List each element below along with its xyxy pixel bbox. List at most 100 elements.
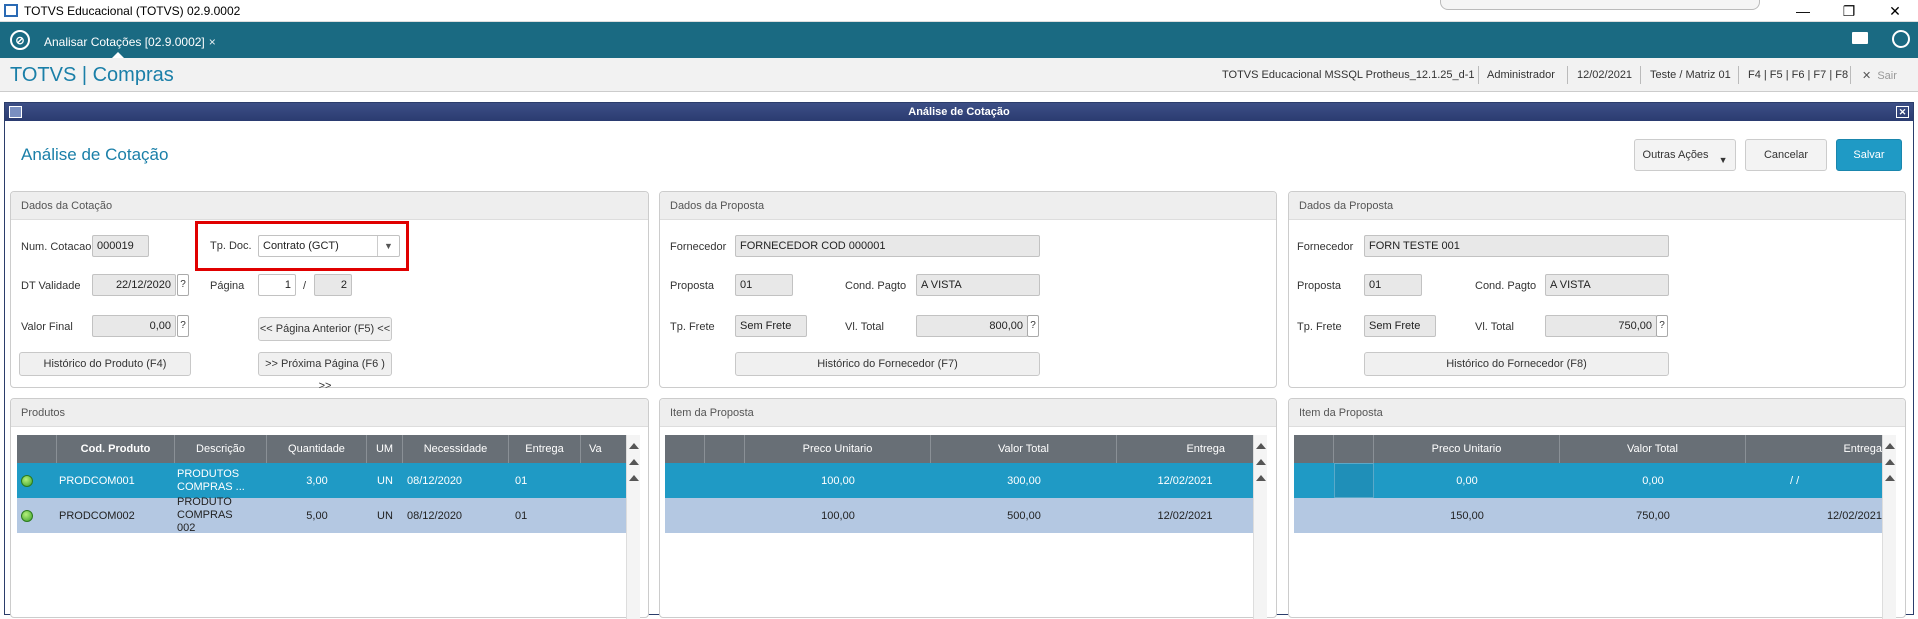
scroll-up-icon[interactable] [629, 443, 639, 449]
help-icon[interactable]: ? [1027, 315, 1039, 337]
column-header[interactable]: Valor Total [1560, 435, 1746, 463]
scroll-top-icon[interactable] [1256, 459, 1266, 465]
table-row[interactable]: 150,00 750,00 12/02/2021 [1294, 498, 1882, 533]
column-header-status [665, 435, 705, 463]
valor-total-cell: 750,00 [1636, 509, 1670, 522]
column-header[interactable]: Entrega [1117, 435, 1253, 463]
proposta-2-panel: Dados da Proposta Fornecedor FORN TESTE … [1288, 191, 1906, 388]
column-header[interactable]: Cod. Produto [57, 435, 175, 463]
um-cell: UN [377, 509, 393, 522]
save-button[interactable]: Salvar [1836, 139, 1902, 171]
help-icon[interactable]: ? [1656, 315, 1668, 337]
totvs-logo-icon[interactable]: ⊘ [10, 30, 30, 50]
column-header[interactable]: Quantidade [267, 435, 367, 463]
table-row[interactable]: PRODCOM001 PRODUTOS COMPRAS ... 3,00 UN … [17, 463, 626, 498]
num-cotacao-field[interactable]: 000019 [92, 235, 149, 257]
app-brand: TOTVS | Compras [10, 64, 174, 86]
cod-produto-cell: PRODCOM001 [59, 474, 135, 487]
cond-pagto-field[interactable]: A VISTA [916, 274, 1040, 296]
previous-page-button[interactable]: << Página Anterior (F5) << [258, 317, 392, 341]
table-row[interactable]: 100,00 500,00 12/02/2021 [665, 498, 1253, 533]
valor-final-field[interactable]: 0,00 [92, 315, 176, 337]
panel-title: Dados da Proposta [660, 192, 1276, 220]
item-scrollbar[interactable] [1882, 435, 1896, 619]
divider [1738, 66, 1739, 84]
fornecedor-field[interactable]: FORNECEDOR COD 000001 [735, 235, 1040, 257]
column-header-status [17, 435, 57, 463]
cond-pagto-field[interactable]: A VISTA [1545, 274, 1669, 296]
next-page-button[interactable]: >> Próxima Página (F6 ) >> [258, 352, 392, 392]
help-icon[interactable]: ? [177, 274, 189, 296]
column-header[interactable]: Descrição [175, 435, 267, 463]
scroll-up-icon[interactable] [1256, 443, 1266, 449]
column-header[interactable]: Preco Unitario [1374, 435, 1560, 463]
supplier-history-button[interactable]: Histórico do Fornecedor (F8) [1364, 352, 1669, 376]
product-history-button[interactable]: Histórico do Produto (F4) [19, 352, 191, 376]
table-row[interactable]: 100,00 300,00 12/02/2021 [665, 463, 1253, 498]
cond-pagto-label: Cond. Pagto [1475, 280, 1537, 292]
scroll-top-icon[interactable] [1885, 459, 1895, 465]
total-paginas-field[interactable]: 2 [314, 274, 352, 296]
column-header[interactable]: Va [581, 435, 626, 463]
other-actions-button[interactable]: Outras Ações ▼ [1634, 139, 1736, 171]
scroll-up-icon[interactable] [1885, 443, 1895, 449]
column-header[interactable]: Preco Unitario [745, 435, 931, 463]
tab-close-icon[interactable]: × [209, 35, 216, 49]
entrega-cell: / / [1790, 474, 1800, 487]
other-actions-label: Outras Ações [1642, 149, 1709, 161]
cod-produto-cell: PRODCOM002 [59, 509, 135, 522]
tp-frete-field[interactable]: Sem Frete [1364, 315, 1436, 337]
proposta-field[interactable]: 01 [735, 274, 793, 296]
column-header[interactable]: Valor Total [931, 435, 1117, 463]
entrega-cell: 12/02/2021 [1157, 509, 1213, 522]
divider [1478, 66, 1479, 84]
item-scrollbar[interactable] [1253, 435, 1267, 619]
table-row[interactable]: PRODCOM002 PRODUTO COMPRAS 002 5,00 UN 0… [17, 496, 626, 534]
supplier-history-button[interactable]: Histórico do Fornecedor (F7) [735, 352, 1040, 376]
proposta-field[interactable]: 01 [1364, 274, 1422, 296]
scroll-up-icon[interactable] [1256, 475, 1266, 481]
table-row[interactable]: 0,00 0,00 / / [1294, 463, 1882, 498]
column-header[interactable]: Necessidade [403, 435, 509, 463]
selected-cell[interactable] [1334, 463, 1374, 498]
pagina-field[interactable]: 1 [258, 274, 296, 296]
dialog-close-icon[interactable]: ✕ [1896, 106, 1909, 118]
pagina-label: Página [210, 280, 245, 292]
valor-total-cell: 300,00 [1007, 474, 1041, 487]
restore-icon[interactable]: ❐ [1826, 0, 1872, 22]
minimize-icon[interactable]: — [1780, 0, 1826, 22]
preco-unitario-cell: 0,00 [1456, 474, 1478, 487]
panel-title: Item da Proposta [660, 399, 1276, 427]
help-icon[interactable]: ? [177, 315, 189, 337]
tab-analisar-cotacoes[interactable]: Analisar Cotações [02.9.0002] × [38, 28, 222, 58]
panel-title: Item da Proposta [1289, 399, 1905, 427]
tpdoc-value: Contrato (GCT) [263, 240, 339, 252]
column-header[interactable]: Entrega [509, 435, 581, 463]
close-icon[interactable]: ✕ [1872, 0, 1918, 22]
mail-icon[interactable] [1852, 32, 1868, 44]
title-scroll-handle[interactable] [1440, 0, 1760, 10]
scroll-up-icon[interactable] [629, 475, 639, 481]
tp-frete-label: Tp. Frete [1297, 321, 1342, 333]
vl-total-field[interactable]: 750,00 [1545, 315, 1657, 337]
tp-frete-field[interactable]: Sem Frete [735, 315, 807, 337]
entrega-cell: 12/02/2021 [1826, 509, 1882, 522]
exit-button[interactable]: ✕ Sair [1862, 69, 1897, 82]
branch-label: Teste / Matriz 01 [1650, 69, 1731, 81]
fornecedor-label: Fornecedor [670, 241, 727, 253]
produtos-scrollbar[interactable] [626, 435, 640, 619]
fornecedor-label: Fornecedor [1297, 241, 1354, 253]
column-header[interactable]: UM [367, 435, 403, 463]
vl-total-field[interactable]: 800,00 [916, 315, 1028, 337]
pagina-separator: / [303, 280, 307, 292]
settings-icon[interactable] [1892, 30, 1910, 48]
column-header[interactable]: Entrega [1746, 435, 1882, 463]
item-grid-header: Preco Unitario Valor Total Entrega [665, 435, 1253, 463]
fornecedor-field[interactable]: FORN TESTE 001 [1364, 235, 1669, 257]
quantidade-cell: 3,00 [306, 474, 328, 487]
cancel-button[interactable]: Cancelar [1745, 139, 1827, 171]
tpdoc-select[interactable]: Contrato (GCT) ▼ [258, 235, 400, 257]
scroll-top-icon[interactable] [629, 459, 639, 465]
validade-field[interactable]: 22/12/2020 [92, 274, 176, 296]
scroll-up-icon[interactable] [1885, 475, 1895, 481]
